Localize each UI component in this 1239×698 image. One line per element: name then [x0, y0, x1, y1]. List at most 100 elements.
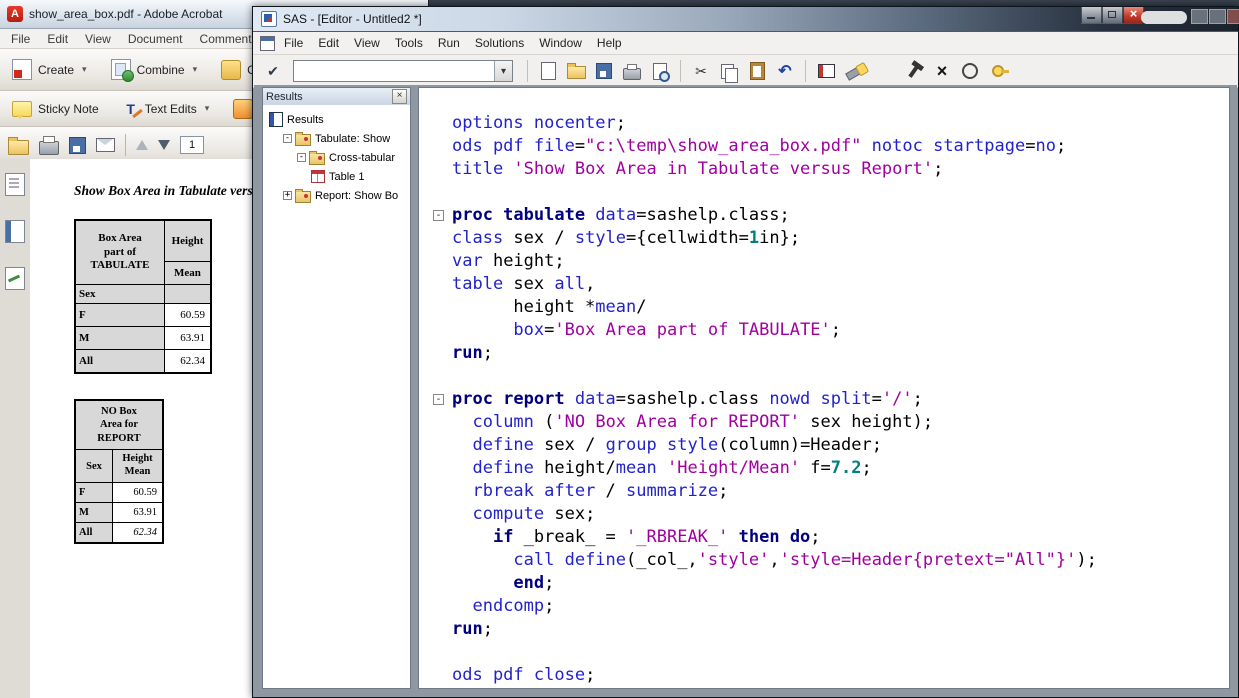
- sas-titlebar[interactable]: SAS - [Editor - Untitled2 *]: [253, 6, 1239, 32]
- email-icon[interactable]: [96, 138, 115, 152]
- print-icon[interactable]: [620, 59, 644, 83]
- acrobat-menu-view[interactable]: View: [85, 32, 111, 46]
- editor-panel[interactable]: options nocenter; ods pdf file="c:\temp\s…: [418, 87, 1230, 689]
- code-line[interactable]: endcomp;: [419, 595, 1229, 618]
- report-span-header: NO Box Area for REPORT: [74, 399, 164, 450]
- results-close-icon[interactable]: [392, 89, 407, 104]
- code-line[interactable]: run;: [419, 618, 1229, 641]
- code-line[interactable]: table sex all,: [419, 273, 1229, 296]
- code-line[interactable]: [419, 365, 1229, 388]
- print-icon[interactable]: [39, 135, 59, 155]
- print-preview-icon[interactable]: [648, 59, 672, 83]
- code-line[interactable]: height *mean/: [419, 296, 1229, 319]
- code-line[interactable]: call define(_col_,'style','style=Header{…: [419, 549, 1229, 572]
- code-fold-toggle[interactable]: -: [433, 210, 444, 221]
- open-file-icon[interactable]: [564, 59, 588, 83]
- code-line[interactable]: title 'Show Box Area in Tabulate versus …: [419, 158, 1229, 181]
- sas-menu-solutions[interactable]: Solutions: [475, 36, 524, 50]
- folder-icon: [295, 131, 311, 146]
- code-fold-toggle[interactable]: -: [433, 394, 444, 405]
- sas-menu-tools[interactable]: Tools: [395, 36, 423, 50]
- code-line[interactable]: class sex / style={cellwidth=1in};: [419, 227, 1229, 250]
- maximize-button[interactable]: [1102, 7, 1123, 24]
- clear-all-icon[interactable]: [930, 59, 954, 83]
- sas-menu-view[interactable]: View: [354, 36, 380, 50]
- code-line[interactable]: [419, 181, 1229, 204]
- code-line[interactable]: define height/mean 'Height/Mean' f=7.2;: [419, 457, 1229, 480]
- results-panel-header[interactable]: Results: [263, 88, 410, 106]
- folder-icon: [309, 150, 325, 165]
- code-line[interactable]: rbreak after / summarize;: [419, 480, 1229, 503]
- save-icon[interactable]: [592, 59, 616, 83]
- code-line[interactable]: column ('NO Box Area for REPORT' sex hei…: [419, 411, 1229, 434]
- sticky-note-button[interactable]: Sticky Note: [6, 97, 105, 121]
- sas-client-area: Results Results-Tabulate: Show-Cross-tab…: [254, 85, 1237, 696]
- new-library-icon[interactable]: [814, 59, 838, 83]
- next-page-icon[interactable]: [158, 140, 170, 150]
- code-line[interactable]: define sex / group style(column)=Header;: [419, 434, 1229, 457]
- code-line[interactable]: run;: [419, 342, 1229, 365]
- tree-fold-toggle[interactable]: -: [283, 134, 292, 143]
- combine-button[interactable]: Combine: [105, 55, 204, 84]
- acrobat-menu-comments[interactable]: Comments: [200, 32, 258, 46]
- code-area[interactable]: options nocenter; ods pdf file="c:\temp\s…: [419, 88, 1229, 688]
- results-tree-item[interactable]: Table 1: [263, 167, 410, 186]
- results-tree-item[interactable]: - Tabulate: Show: [263, 129, 410, 148]
- sas-menu-window[interactable]: Window: [539, 36, 582, 50]
- code-line[interactable]: box='Box Area part of TABULATE';: [419, 319, 1229, 342]
- acrobat-menu-edit[interactable]: Edit: [47, 32, 68, 46]
- command-dropdown-arrow-icon[interactable]: [494, 61, 512, 81]
- create-pdf-button[interactable]: Create: [6, 55, 93, 84]
- code-line[interactable]: if _break_ = '_RBREAK_' then do;: [419, 526, 1229, 549]
- results-tree-item[interactable]: - Cross-tabular: [263, 148, 410, 167]
- undo-icon[interactable]: [773, 59, 797, 83]
- paste-icon[interactable]: [745, 59, 769, 83]
- results-tree-item[interactable]: + Report: Show Bo: [263, 186, 410, 205]
- report-output-table: NO Box Area for REPORT Sex Height Mean F…: [74, 399, 164, 544]
- background-minimize-icon: [1191, 9, 1208, 24]
- save-icon[interactable]: [69, 136, 86, 154]
- code-line[interactable]: ods pdf file="c:\temp\show_area_box.pdf"…: [419, 135, 1229, 158]
- sas-menu-help[interactable]: Help: [597, 36, 622, 50]
- open-file-icon[interactable]: [8, 136, 29, 155]
- code-line[interactable]: compute sex;: [419, 503, 1229, 526]
- copy-icon[interactable]: [717, 59, 741, 83]
- previous-page-icon[interactable]: [136, 140, 148, 150]
- sas-menu-run[interactable]: Run: [438, 36, 460, 50]
- bookmarks-panel-icon[interactable]: [5, 220, 25, 243]
- code-line[interactable]: options nocenter;: [419, 112, 1229, 135]
- cut-icon[interactable]: [689, 59, 713, 83]
- signatures-panel-icon[interactable]: [5, 267, 25, 290]
- code-line[interactable]: ods pdf close;: [419, 664, 1229, 687]
- table-row: All 62.34: [74, 522, 164, 544]
- tabulate-height-header: Height: [164, 219, 212, 262]
- sas-menu-file[interactable]: File: [284, 36, 303, 50]
- command-check-icon[interactable]: [261, 59, 285, 83]
- code-line[interactable]: var height;: [419, 250, 1229, 273]
- tree-fold-toggle[interactable]: +: [283, 191, 292, 200]
- page-number-field[interactable]: 1: [180, 136, 204, 154]
- create-pdf-icon: [12, 59, 32, 80]
- tree-fold-toggle[interactable]: -: [297, 153, 306, 162]
- key-macros-icon[interactable]: [986, 59, 1010, 83]
- row-value: 60.59: [112, 482, 164, 503]
- code-line[interactable]: - proc report data=sashelp.class nowd spl…: [419, 388, 1229, 411]
- minimize-button[interactable]: [1081, 7, 1102, 24]
- command-input[interactable]: [294, 61, 494, 81]
- results-tree-item[interactable]: Results: [263, 110, 410, 129]
- text-edits-button[interactable]: Text Edits: [117, 96, 216, 122]
- code-line[interactable]: - proc tabulate data=sashelp.class;: [419, 204, 1229, 227]
- text-edits-icon: [123, 100, 139, 118]
- break-icon[interactable]: [958, 59, 982, 83]
- sas-window: SAS - [Editor - Untitled2 *] File Edit Vie…: [252, 6, 1239, 698]
- pages-panel-icon[interactable]: [5, 173, 25, 196]
- acrobat-menu-document[interactable]: Document: [128, 32, 183, 46]
- file-shortcuts-icon[interactable]: [842, 59, 866, 83]
- acrobat-menu-file[interactable]: File: [11, 32, 30, 46]
- tools-icon[interactable]: [902, 59, 926, 83]
- new-document-icon[interactable]: [536, 59, 560, 83]
- code-line[interactable]: [419, 641, 1229, 664]
- sas-menu-edit[interactable]: Edit: [318, 36, 339, 50]
- editor-window-icon: [260, 35, 275, 51]
- code-line[interactable]: end;: [419, 572, 1229, 595]
